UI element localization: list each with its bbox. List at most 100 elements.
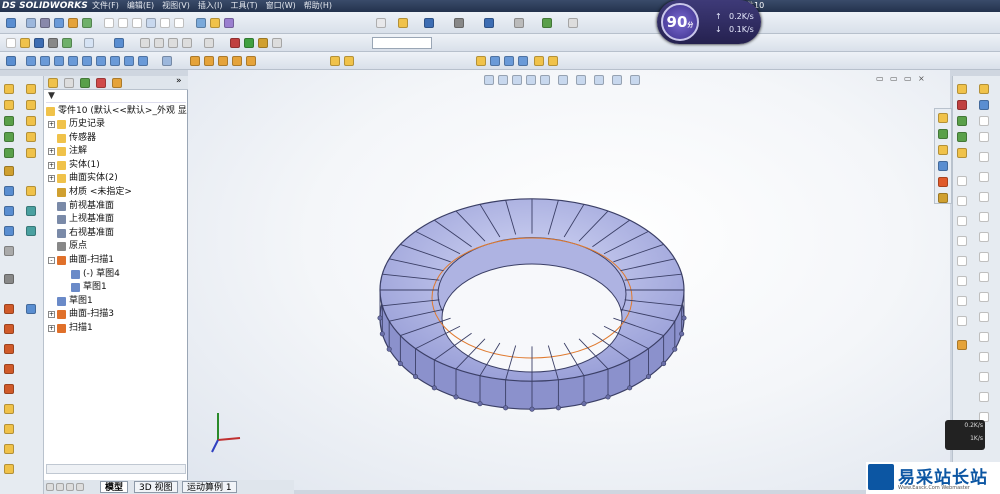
line-right-icon[interactable] [979, 84, 989, 94]
menu-tools[interactable]: 工具(T) [226, 0, 261, 12]
sketch-edit-icon[interactable] [957, 148, 967, 158]
render-icon[interactable] [258, 38, 268, 48]
menu-insert[interactable]: 插入(I) [194, 0, 227, 12]
graphics-viewport[interactable]: ▭ ▭ ▭ × [188, 70, 950, 490]
rib-icon[interactable] [4, 226, 14, 236]
extend-tool-icon[interactable] [979, 372, 989, 382]
planar-icon[interactable] [4, 444, 14, 454]
sketch-tool-a-icon[interactable] [957, 176, 967, 186]
tree-item[interactable]: 传感器 [48, 132, 96, 145]
sketch-tool-h-icon[interactable] [957, 316, 967, 326]
extrude-icon[interactable] [4, 84, 14, 94]
scene-icon[interactable] [244, 38, 254, 48]
move-icon[interactable] [82, 18, 92, 28]
revolve-icon[interactable] [4, 100, 14, 110]
loft-surface-icon[interactable] [246, 56, 256, 66]
undo-icon[interactable] [484, 18, 494, 28]
folder2-icon[interactable] [548, 56, 558, 66]
expander-icon[interactable]: - [48, 257, 55, 264]
sketch-tool-e-icon[interactable] [957, 256, 967, 266]
property-tab-icon[interactable] [64, 78, 74, 88]
expander-icon[interactable]: + [48, 325, 55, 332]
reference-icon[interactable] [4, 274, 14, 284]
menu-window[interactable]: 窗口(W) [262, 0, 300, 12]
sketch-point-icon[interactable] [957, 132, 967, 142]
rebuild-icon[interactable] [542, 18, 552, 28]
grid-icon[interactable] [196, 18, 206, 28]
tree-item[interactable]: + 实体(1) [48, 159, 100, 172]
custom-props-icon[interactable] [938, 193, 948, 203]
tree-item[interactable]: 前视基准面 [48, 200, 114, 213]
appearances-icon[interactable] [938, 177, 948, 187]
sketch-relation-icon[interactable] [957, 116, 967, 126]
options-icon[interactable] [568, 18, 578, 28]
centerline-tool-icon[interactable] [979, 332, 989, 342]
sheet-metal-icon[interactable] [504, 56, 514, 66]
tree-item[interactable]: + 曲面实体(2) [48, 172, 118, 185]
surface-fill-icon[interactable] [4, 304, 14, 314]
surface-knit-icon[interactable] [4, 324, 14, 334]
tree-item[interactable]: + 曲面-扫描3 [48, 308, 114, 321]
open-icon[interactable] [398, 18, 408, 28]
point-tool-icon[interactable] [979, 312, 989, 322]
line-tool-icon[interactable] [979, 116, 989, 126]
sketch-grid-icon[interactable] [140, 38, 150, 48]
network-speed-badge[interactable]: 90分 ↑ 0.2K/s ↓ 0.1K/s [657, 0, 761, 44]
pattern-icon[interactable] [4, 186, 14, 196]
tab-prev-icon[interactable] [56, 483, 64, 491]
tab-motion-study[interactable]: 运动算例 1 [182, 481, 237, 493]
expander-icon[interactable]: + [48, 175, 55, 183]
menu-file[interactable]: 文件(F) [88, 0, 123, 12]
drawing-icon[interactable] [54, 56, 64, 66]
sketch-tool-c-icon[interactable] [957, 216, 967, 226]
tab-model[interactable]: 模型 [100, 481, 129, 493]
sketch-tool-g-icon[interactable] [957, 296, 967, 306]
tree-tab-icon[interactable] [48, 78, 58, 88]
expander-icon[interactable]: + [48, 121, 55, 128]
tree-item[interactable]: 草图1 [48, 295, 93, 308]
draft-icon[interactable] [4, 246, 14, 256]
expand-arrow-icon[interactable]: » [176, 76, 182, 86]
mirror-icon[interactable] [4, 206, 14, 216]
convert-icon[interactable] [26, 206, 36, 216]
surface-trim-icon[interactable] [4, 344, 14, 354]
part-icon[interactable] [26, 56, 36, 66]
mirror-tool-icon[interactable] [979, 392, 989, 402]
open-doc-icon[interactable] [20, 38, 30, 48]
tree-item[interactable]: 原点 [48, 240, 87, 253]
tab-last-icon[interactable] [76, 483, 84, 491]
sketch-icon[interactable] [26, 84, 36, 94]
trim-icon[interactable] [26, 186, 36, 196]
tree-item[interactable]: 右视基准面 [48, 227, 114, 240]
tab-3d-view[interactable]: 3D 视图 [134, 481, 178, 493]
tree-scrollbar[interactable] [46, 464, 186, 474]
dimension-icon[interactable] [204, 38, 214, 48]
cut-icon[interactable] [4, 166, 14, 176]
view-normal-icon[interactable] [174, 18, 184, 28]
tree-root[interactable]: 零件10 (默认<<默认>_外观 显 [46, 105, 187, 118]
quick-icon[interactable] [6, 18, 16, 28]
config-dropdown[interactable] [372, 37, 432, 49]
polygon-tool-icon[interactable] [979, 192, 989, 202]
menu-help[interactable]: 帮助(H) [300, 0, 336, 12]
arc-tool-icon[interactable] [979, 172, 989, 182]
ruled-icon[interactable] [4, 424, 14, 434]
thicken-icon[interactable] [4, 404, 14, 414]
delete-face-icon[interactable] [4, 464, 14, 474]
view-front-icon[interactable] [104, 18, 114, 28]
sweep-boss-icon[interactable] [4, 116, 14, 126]
smart-dim-icon[interactable] [26, 100, 36, 110]
routing-icon[interactable] [518, 56, 528, 66]
torus-model[interactable] [377, 198, 687, 412]
appearance-icon[interactable] [230, 38, 240, 48]
tree-item[interactable]: 草图1 [62, 281, 107, 294]
sweep-icon[interactable] [82, 56, 92, 66]
sketch-circle-icon[interactable] [182, 38, 192, 48]
chamfer-icon[interactable] [124, 56, 134, 66]
expander-icon[interactable]: + [48, 311, 55, 319]
menu-edit[interactable]: 编辑(E) [123, 0, 158, 12]
weld-icon[interactable] [476, 56, 486, 66]
tree-item[interactable]: + 历史记录 [48, 118, 105, 131]
zoom-icon[interactable] [26, 18, 36, 28]
sweep-surface-icon[interactable] [232, 56, 242, 66]
